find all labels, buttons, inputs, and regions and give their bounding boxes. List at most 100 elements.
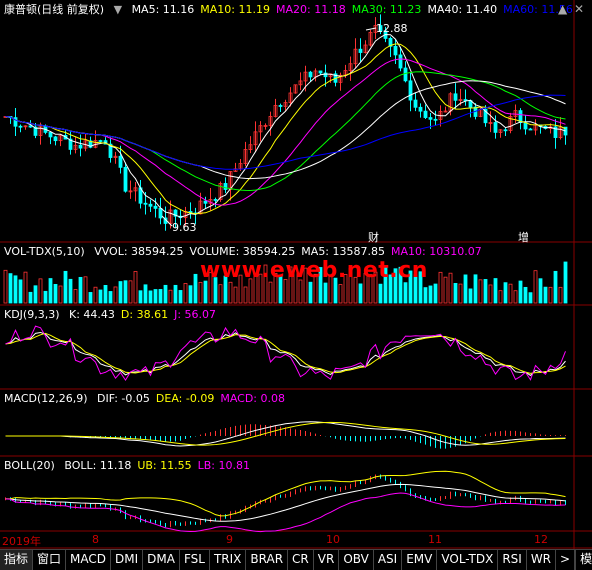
candle-body: [453, 93, 458, 101]
volume-bar: [148, 290, 153, 304]
tab-2[interactable]: MACD: [66, 550, 112, 570]
tab-15[interactable]: WR: [527, 550, 557, 570]
volume-bar: [523, 286, 528, 304]
tab-14[interactable]: RSI: [498, 550, 527, 570]
volume-bar: [308, 281, 313, 304]
ma-legend-item-0: MA5: 11.16: [131, 3, 195, 16]
date-label: 11: [428, 533, 442, 546]
volume-bar: [558, 286, 563, 304]
volume-bar: [498, 290, 503, 304]
volume-bar: [23, 271, 28, 304]
volume-bar: [143, 284, 148, 304]
date-label: 2019年: [2, 535, 41, 548]
candle-body: [358, 48, 363, 53]
candle-body: [523, 122, 528, 130]
template-button[interactable]: 模板: [575, 550, 592, 570]
volume-bar: [478, 279, 483, 304]
ma-line-30: [5, 71, 566, 192]
candle-body: [123, 166, 128, 192]
volume-bar: [78, 276, 83, 304]
kdj-items: K: 44.43 D: 38.61 J: 56.07: [69, 308, 222, 321]
tab-7[interactable]: BRAR: [246, 550, 289, 570]
kdj-title: KDJ(9,3,3): [4, 308, 60, 321]
volume-bar: [38, 278, 43, 304]
tab-4[interactable]: DMA: [143, 550, 180, 570]
volume-bar: [108, 291, 113, 304]
volume-bar: [533, 270, 538, 304]
volume-bar: [448, 272, 453, 304]
macd-legend-item-0: DIF: -0.05: [97, 392, 150, 405]
kdj-d-line: [5, 332, 566, 374]
date-label: 9: [226, 533, 233, 546]
date-label: 8: [92, 533, 99, 546]
macd-legend-item-1: DEA: -0.09: [155, 392, 215, 405]
candle-body: [118, 155, 123, 168]
volume-bar: [123, 280, 128, 304]
tab-1[interactable]: 窗口: [33, 550, 67, 570]
close-icon[interactable]: ✕: [574, 2, 584, 16]
candle-body: [423, 110, 428, 118]
volume-bar: [93, 286, 98, 304]
tab-9[interactable]: VR: [314, 550, 340, 570]
volume-bar: [493, 278, 498, 304]
tab-6[interactable]: TRIX: [210, 550, 247, 570]
tab-5[interactable]: FSL: [180, 550, 210, 570]
volume-bar: [323, 282, 328, 304]
volume-bar: [88, 292, 93, 304]
volume-items: VVOL: 38594.25 VOLUME: 38594.25 MA5: 13587…: [94, 245, 488, 258]
volume-bar: [513, 290, 518, 304]
tab-0[interactable]: 指标: [0, 550, 34, 570]
nav-up-icon[interactable]: ▲: [558, 2, 567, 16]
volume-bar: [83, 276, 88, 304]
volume-bar: [163, 284, 168, 304]
date-label: 12: [534, 533, 548, 546]
tab-13[interactable]: VOL-TDX: [437, 550, 499, 570]
tab-16[interactable]: >: [556, 550, 576, 570]
volume-bar: [43, 290, 48, 304]
tab-8[interactable]: CR: [288, 550, 314, 570]
volume-bar: [138, 290, 143, 304]
candle-body: [98, 140, 103, 142]
candle-body: [308, 71, 313, 78]
candle-body: [48, 131, 53, 138]
volume-bar: [63, 270, 68, 304]
candle-body: [433, 118, 438, 121]
macd-legend: MACD(12,26,9) DIF: -0.05 DEA: -0.09 MACD: …: [4, 391, 297, 407]
volume-legend-item-1: VOLUME: 38594.25: [189, 245, 296, 258]
ma-legend-item-4: MA40: 11.40: [427, 3, 498, 16]
ma-legend-item-2: MA20: 11.18: [276, 3, 346, 16]
candle-body: [223, 183, 228, 190]
volume-bar: [3, 269, 8, 304]
volume-bar: [543, 286, 548, 304]
volume-bar: [243, 286, 248, 304]
ma-legend-item-3: MA30: 11.23: [351, 3, 422, 16]
candle-body: [393, 45, 398, 56]
increase-marker[interactable]: 增: [518, 229, 529, 245]
kdj-legend-item-1: D: 38.61: [120, 308, 169, 321]
tab-12[interactable]: EMV: [402, 550, 438, 570]
volume-legend-item-0: VVOL: 38594.25: [94, 245, 184, 258]
indicator-tab-bar: 指标 窗口 MACD DMI DMA FSL TRIX BRAR CR VR OBV ASI EMV VO…: [0, 549, 592, 570]
tab-11[interactable]: ASI: [374, 550, 403, 570]
boll-items: BOLL: 11.18 UB: 11.55 LB: 10.81: [64, 459, 256, 472]
volume-bar: [193, 273, 198, 304]
volume-bar: [118, 281, 123, 304]
volume-bar: [158, 289, 163, 304]
kdj-legend-item-2: J: 56.07: [174, 308, 217, 321]
candle-body: [503, 129, 508, 132]
candle-body: [53, 136, 58, 142]
nav-down-icon[interactable]: ▼: [114, 3, 122, 16]
volume-bar: [538, 278, 543, 304]
candle-body: [528, 128, 533, 131]
volume-bar: [463, 274, 468, 304]
volume-bar: [178, 290, 183, 304]
tab-10[interactable]: OBV: [339, 550, 374, 570]
tab-3[interactable]: DMI: [111, 550, 144, 570]
candle-body: [408, 80, 413, 101]
volume-bar: [548, 286, 553, 304]
volume-bar: [18, 279, 23, 304]
volume-bar: [338, 284, 343, 304]
finance-marker[interactable]: 财: [368, 229, 379, 245]
volume-bar: [48, 278, 53, 304]
volume-bar: [133, 271, 138, 304]
